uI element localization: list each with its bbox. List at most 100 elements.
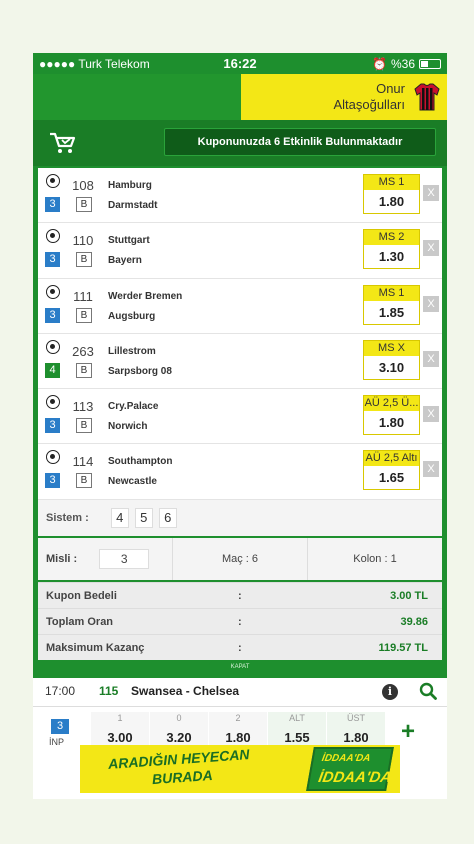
odd-box[interactable]: MS 1 1.85	[363, 284, 420, 325]
remove-selection-button[interactable]: X	[423, 295, 439, 312]
summary-value: 119.57 TL	[378, 642, 428, 654]
away-team: Norwich	[108, 421, 148, 433]
summary-label: Toplam Oran	[46, 616, 114, 628]
info-icon[interactable]: i	[382, 684, 398, 700]
odd-header: ALT	[289, 713, 305, 723]
odd-value: 1.80	[378, 194, 405, 209]
battery-icon	[419, 58, 441, 69]
misli-row: Misli : 3 Maç : 6 Kolon : 1	[38, 538, 442, 580]
away-team: Darmstadt	[108, 200, 158, 211]
odd-box[interactable]: AÜ 2,5 Altı 1.65	[363, 450, 420, 491]
remove-selection-button[interactable]: X	[423, 350, 439, 367]
remove-selection-button[interactable]: X	[423, 406, 439, 423]
mbs-badge: 3	[45, 307, 60, 323]
match-teams: Swansea - Chelsea	[131, 684, 240, 698]
event-code: 108	[72, 178, 94, 193]
odd-box[interactable]: AÜ 2,5 Ü... 1.80	[363, 395, 420, 436]
odd-header: 2	[235, 713, 241, 723]
home-team: Werder Bremen	[108, 290, 183, 302]
bet-type: MS 2	[364, 230, 419, 246]
odd-box[interactable]: MS 2 1.30	[363, 229, 420, 270]
event-code: 113	[72, 399, 94, 415]
football-icon	[46, 450, 60, 465]
odd-box[interactable]: MS X 3.10	[363, 339, 420, 380]
selection-row: 111 3 B Werder Bremen Augsburg MS 1 1.85…	[38, 279, 442, 334]
iddaa-logo: İDDAA'DA İDDAA'DA	[306, 747, 394, 791]
selection-row: 108 3 B Hamburg Darmstadt MS 1 1.80 X	[38, 168, 442, 224]
selection-list: 108 3 B Hamburg Darmstadt MS 1 1.80 X 11…	[38, 168, 442, 500]
mbs-badge: 4	[45, 362, 60, 378]
away-team: Newcastle	[108, 476, 157, 488]
odd-value: 1.85	[378, 304, 405, 320]
misli-label: Misli :	[46, 553, 78, 565]
sistem-row: Sistem : 4 5 6	[38, 500, 442, 536]
selection-row: 114 3 B Southampton Newcastle AÜ 2,5 Alt…	[38, 444, 442, 500]
mbs-badge: 3	[51, 719, 69, 734]
odd-value: 1.80	[378, 415, 405, 431]
selection-row: 110 3 B Stuttgart Bayern MS 2 1.30 X	[38, 223, 442, 279]
home-team: Southampton	[108, 456, 173, 468]
coupon-hand-icon[interactable]	[47, 130, 77, 156]
coupon-panel: 108 3 B Hamburg Darmstadt MS 1 1.80 X 11…	[33, 166, 447, 678]
away-team: Bayern	[108, 255, 142, 267]
bet-tag: B	[76, 197, 92, 212]
event-code: 111	[73, 288, 93, 304]
mbs-badge: 3	[45, 473, 60, 489]
remove-selection-button[interactable]: X	[423, 461, 439, 478]
odd-box[interactable]: MS 1 1.80	[363, 174, 420, 214]
banner-line2: BURADA	[151, 766, 214, 788]
selection-row: 113 3 B Cry.Palace Norwich AÜ 2,5 Ü... 1…	[38, 389, 442, 445]
football-icon	[46, 395, 60, 410]
home-team: Stuttgart	[108, 235, 150, 247]
away-team: Augsburg	[108, 310, 156, 322]
user-last-name: Altaşoğulları	[333, 97, 405, 112]
carrier-label: ●●●●● Turk Telekom	[39, 56, 150, 71]
match-code: 115	[99, 684, 119, 698]
sistem-option[interactable]: 4	[110, 508, 129, 528]
remove-selection-button[interactable]: X	[423, 240, 439, 257]
banner-line1: ARADIĞIN HEYECAN	[107, 746, 250, 772]
summary-row: Kupon Bedeli : 3.00 TL	[38, 582, 442, 608]
bet-type: MS X	[364, 340, 419, 356]
ad-banner[interactable]: ARADIĞIN HEYECAN BURADA İDDAA'DA İDDAA'D…	[80, 745, 400, 793]
misli-input[interactable]: 3	[99, 549, 150, 569]
bet-type: MS 1	[364, 285, 419, 301]
football-icon	[46, 339, 60, 354]
coupon-message: Kuponunuzda 6 Etkinlik Bulunmaktadır	[164, 128, 436, 156]
odd-header: 0	[176, 713, 182, 723]
odd-header: 1	[117, 713, 123, 723]
bet-tag: B	[76, 362, 92, 378]
bet-type: AÜ 2,5 Ü...	[364, 396, 419, 412]
selection-row: 263 4 B Lillestrom Sarpsborg 08 MS X 3.1…	[38, 334, 442, 390]
sistem-option[interactable]: 6	[158, 508, 177, 528]
jersey-avatar-icon	[414, 83, 440, 111]
home-team: Hamburg	[108, 180, 152, 191]
home-team: Lillestrom	[108, 345, 156, 357]
bet-tag: B	[76, 252, 92, 268]
kolon-count: Kolon : 1	[353, 553, 397, 565]
status-bar: ●●●●● Turk Telekom 16:22 ⏰ %36	[33, 53, 447, 74]
phone-screen: ●●●●● Turk Telekom 16:22 ⏰ %36 Onur Alta…	[33, 53, 447, 799]
remove-selection-button[interactable]: X	[423, 185, 439, 201]
event-code: 114	[72, 454, 94, 470]
summary-row: Toplam Oran : 39.86	[38, 608, 442, 634]
add-button[interactable]: +	[401, 718, 415, 746]
user-box[interactable]: Onur Altaşoğulları	[241, 74, 447, 120]
odd-value: 3.10	[378, 359, 405, 375]
sistem-option[interactable]: 5	[134, 508, 153, 528]
alarm-icon: ⏰	[372, 56, 387, 71]
app-header: Onur Altaşoğulları	[33, 74, 447, 120]
odd-header: ÜST	[347, 713, 365, 723]
event-code: 263	[72, 343, 94, 359]
user-first-name: Onur	[376, 81, 405, 96]
summary-value: 3.00 TL	[390, 590, 428, 602]
summary-label: Kupon Bedeli	[46, 590, 117, 602]
event-code: 110	[72, 233, 94, 249]
mbs-badge: 3	[45, 418, 60, 434]
home-team: Cry.Palace	[108, 401, 159, 413]
match-time: 17:00	[45, 684, 76, 698]
search-icon[interactable]	[419, 682, 437, 700]
football-icon	[46, 229, 60, 244]
mac-count: Maç : 6	[173, 538, 308, 580]
close-tab[interactable]: KAPAT	[209, 660, 271, 674]
